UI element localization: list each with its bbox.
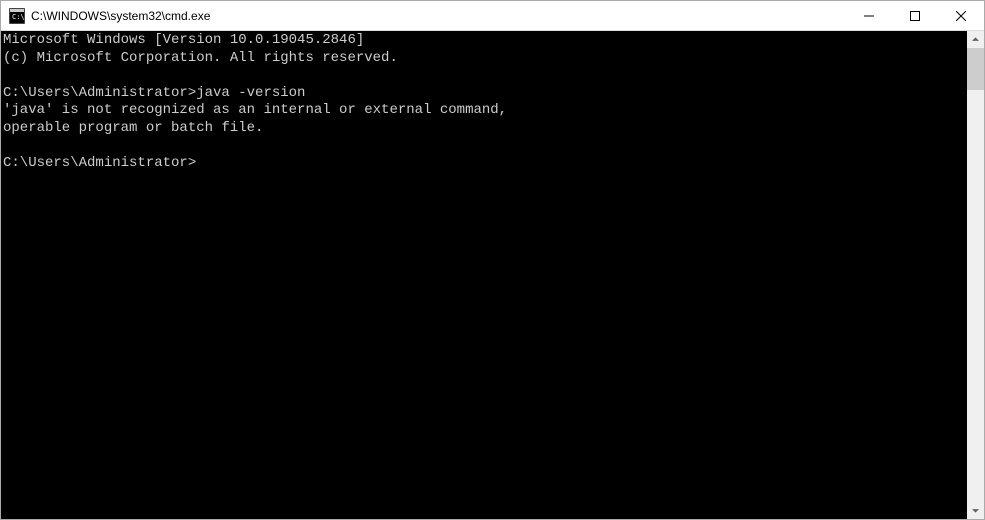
- cmd-icon: C:\: [9, 8, 25, 24]
- window-controls: [846, 1, 984, 30]
- scroll-thumb[interactable]: [967, 48, 984, 90]
- close-icon: [956, 11, 966, 21]
- terminal-line: [3, 137, 967, 155]
- terminal-line: [3, 67, 967, 85]
- scroll-down-button[interactable]: [967, 502, 984, 519]
- chevron-down-icon: [972, 507, 979, 514]
- maximize-icon: [910, 11, 920, 21]
- terminal-line: Microsoft Windows [Version 10.0.19045.28…: [3, 32, 967, 50]
- terminal-output[interactable]: Microsoft Windows [Version 10.0.19045.28…: [1, 31, 967, 519]
- scroll-up-button[interactable]: [967, 31, 984, 48]
- cmd-window: C:\ C:\WINDOWS\system32\cmd.exe: [0, 0, 985, 520]
- terminal-line: C:\Users\Administrator>: [3, 155, 967, 173]
- window-title: C:\WINDOWS\system32\cmd.exe: [31, 9, 846, 23]
- svg-text:C:\: C:\: [12, 13, 25, 21]
- maximize-button[interactable]: [892, 1, 938, 30]
- vertical-scrollbar[interactable]: [967, 31, 984, 519]
- terminal-line: (c) Microsoft Corporation. All rights re…: [3, 50, 967, 68]
- minimize-icon: [864, 11, 874, 21]
- close-button[interactable]: [938, 1, 984, 30]
- terminal-line: C:\Users\Administrator>java -version: [3, 85, 967, 103]
- terminal-line: 'java' is not recognized as an internal …: [3, 102, 967, 120]
- content-area: Microsoft Windows [Version 10.0.19045.28…: [1, 31, 984, 519]
- titlebar[interactable]: C:\ C:\WINDOWS\system32\cmd.exe: [1, 1, 984, 31]
- chevron-up-icon: [972, 36, 979, 43]
- minimize-button[interactable]: [846, 1, 892, 30]
- terminal-line: operable program or batch file.: [3, 120, 967, 138]
